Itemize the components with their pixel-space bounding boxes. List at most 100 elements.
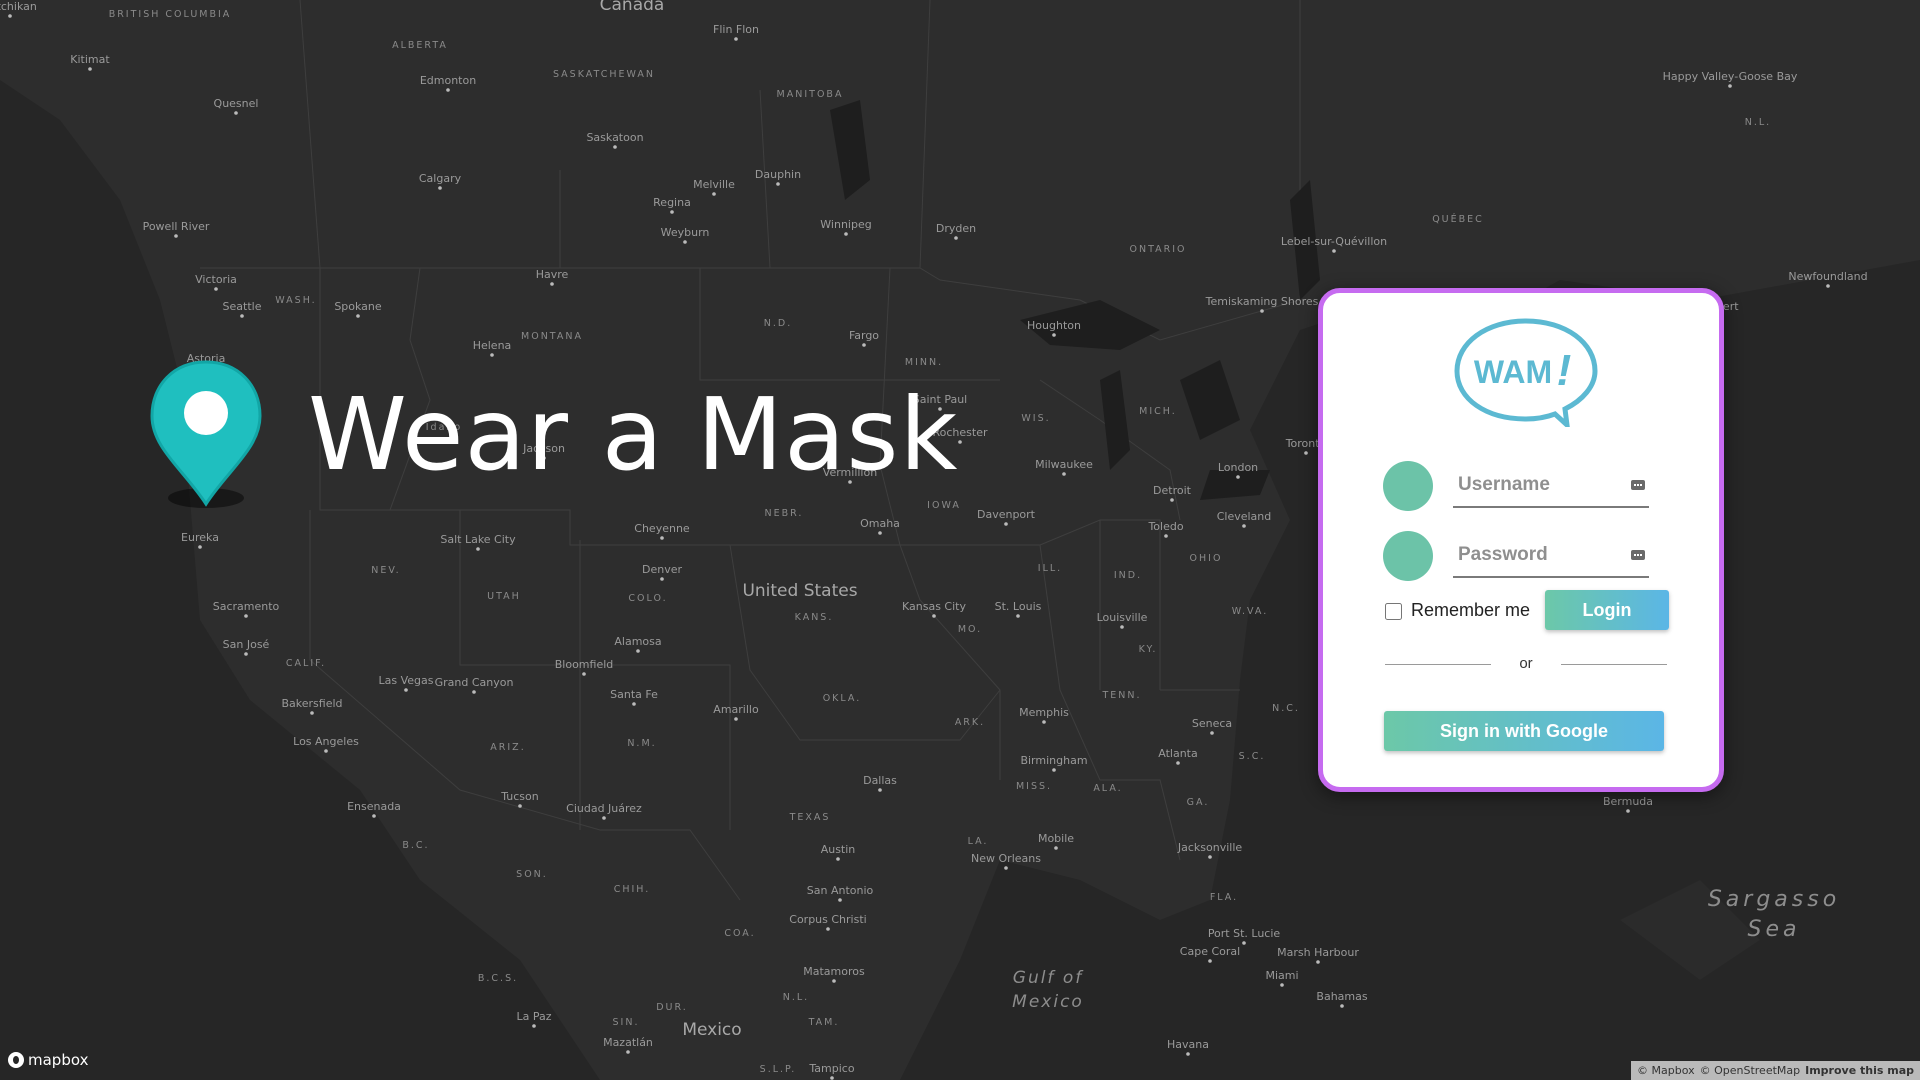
map-label: Victoria (195, 273, 237, 286)
map-label: Cleveland (1217, 510, 1272, 523)
map-label: DUR. (656, 1002, 688, 1013)
city-dot (1340, 1004, 1344, 1008)
city-dot (532, 1024, 536, 1028)
map-attribution: © Mapbox © OpenStreetMap Improve this ma… (1631, 1061, 1920, 1080)
password-input[interactable] (1453, 534, 1649, 578)
city-dot (1728, 84, 1732, 88)
city-dot (1332, 249, 1336, 253)
map-label: KANS. (795, 612, 834, 623)
divider-text: or (1519, 655, 1533, 672)
city-dot (404, 688, 408, 692)
city-dot (234, 111, 238, 115)
username-input[interactable] (1453, 464, 1649, 508)
city-dot (1062, 472, 1066, 476)
map-label: Ketchikan (0, 0, 37, 13)
map-pin-icon (150, 360, 262, 508)
map-label: Edmonton (420, 74, 476, 87)
map-label: Dallas (863, 774, 897, 787)
map-label: Marsh Harbour (1277, 946, 1359, 959)
map-label: Weyburn (661, 226, 710, 239)
map-label: MINN. (905, 357, 943, 368)
map-label: IND. (1114, 570, 1142, 581)
map-label: Atlanta (1158, 747, 1197, 760)
city-dot (518, 804, 522, 808)
city-dot (198, 545, 202, 549)
map-label: Happy Valley-Goose Bay (1663, 70, 1798, 83)
map-label: Bloomfield (555, 658, 614, 671)
map-label: Sacramento (213, 600, 280, 613)
map-label: Temiskaming Shores (1205, 295, 1319, 308)
map-label: Matamoros (803, 965, 865, 978)
city-dot (683, 240, 687, 244)
mapbox-logo[interactable]: mapbox (8, 1050, 88, 1070)
map-label: TAM. (808, 1017, 840, 1028)
city-dot (1052, 768, 1056, 772)
map-label: IOWA (927, 500, 961, 511)
map-label: Detroit (1153, 484, 1192, 497)
map-label: St. Louis (995, 600, 1042, 613)
map-label: S.L.P. (760, 1064, 797, 1075)
login-button[interactable]: Login (1545, 590, 1669, 630)
city-dot (776, 182, 780, 186)
map-label: Milwaukee (1035, 458, 1093, 471)
map-label: ILL. (1038, 563, 1062, 574)
map-label: FLA. (1210, 892, 1238, 903)
city-dot (838, 898, 842, 902)
page-title: Wear a Mask (308, 376, 959, 493)
attribution-improve-map[interactable]: Improve this map (1805, 1064, 1914, 1077)
map-label: LA. (968, 836, 989, 847)
map-label: Powell River (143, 220, 210, 233)
attribution-osm[interactable]: © OpenStreetMap (1700, 1064, 1801, 1077)
city-dot (438, 186, 442, 190)
map-label: Havana (1167, 1038, 1209, 1051)
map-label: Calgary (419, 172, 462, 185)
map-label: New Orleans (971, 852, 1041, 865)
map-label: Fargo (849, 329, 879, 342)
google-signin-button[interactable]: Sign in with Google (1384, 711, 1664, 751)
map-label: ARIZ. (490, 742, 525, 753)
map-label: B.C. (402, 840, 429, 851)
user-avatar-icon (1383, 461, 1433, 511)
city-dot (636, 649, 640, 653)
map-label: WASH. (275, 295, 316, 306)
city-dot (1120, 625, 1124, 629)
map-label: N.M. (627, 738, 656, 749)
city-dot (632, 702, 636, 706)
map-label: Dauphin (755, 168, 801, 181)
map-label: SIN. (613, 1017, 640, 1028)
map-label: Houghton (1027, 319, 1081, 332)
city-dot (240, 314, 244, 318)
map-label: ALBERTA (392, 40, 448, 51)
map-label: CALIF. (286, 658, 326, 669)
map-label: Tampico (808, 1062, 854, 1075)
city-dot (356, 314, 360, 318)
map-label: Denver (642, 563, 682, 576)
remember-me-checkbox[interactable] (1385, 603, 1402, 620)
map-label: Ciudad Juárez (566, 802, 642, 815)
city-dot (613, 145, 617, 149)
map-label: OKLA. (823, 693, 862, 704)
map-label: San Antonio (807, 884, 874, 897)
city-dot (310, 711, 314, 715)
map-label: Santa Fe (610, 688, 658, 701)
city-dot (626, 1050, 630, 1054)
map-label: Bahamas (1316, 990, 1367, 1003)
username-row (1383, 460, 1663, 512)
attribution-mapbox[interactable]: © Mapbox (1637, 1064, 1695, 1077)
map-label: Omaha (860, 517, 900, 530)
map-label: GA. (1187, 797, 1210, 808)
map-label: Davenport (977, 508, 1036, 521)
city-dot (878, 788, 882, 792)
key-icon[interactable] (1631, 550, 1645, 560)
map-label: Las Vegas (379, 674, 434, 687)
map-label: S.C. (1239, 751, 1266, 762)
city-dot (1170, 498, 1174, 502)
key-icon[interactable] (1631, 480, 1645, 490)
map-label: NEBR. (765, 508, 804, 519)
map-label: La Paz (516, 1010, 551, 1023)
city-dot (372, 814, 376, 818)
map-label: ARK. (955, 717, 985, 728)
map-label: London (1218, 461, 1258, 474)
remember-me-label[interactable]: Remember me (1411, 600, 1530, 621)
map-label: NEV. (371, 565, 400, 576)
